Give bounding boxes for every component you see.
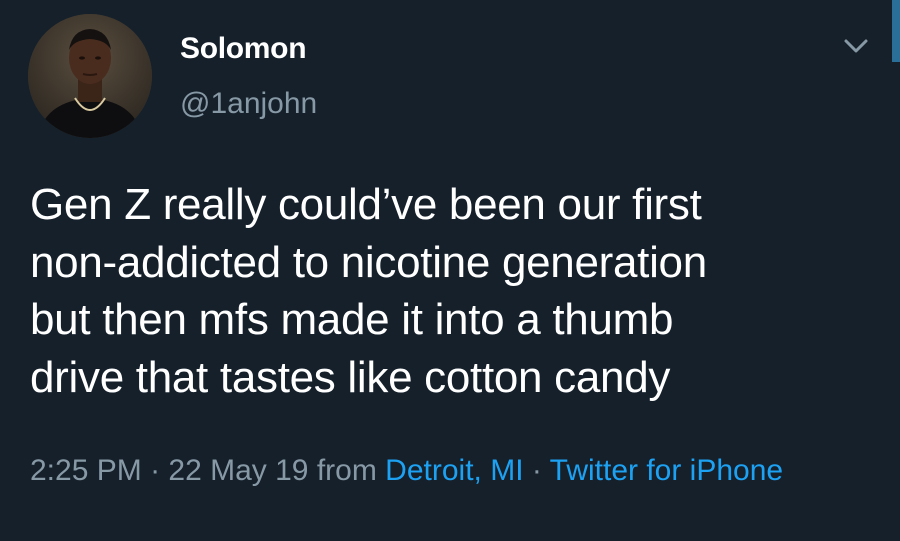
from-label: from (308, 454, 386, 487)
tweet-time[interactable]: 2:25 PM (30, 454, 142, 487)
author-handle[interactable]: @1anjohn (180, 87, 317, 121)
author-name[interactable]: Solomon (180, 32, 307, 66)
tweet-text-line: Gen Z really could’ve been our first (30, 180, 702, 229)
separator-dot: · (523, 454, 550, 487)
location-link[interactable]: Detroit, MI (385, 454, 523, 487)
avatar[interactable] (28, 14, 152, 138)
tweet-date[interactable]: 22 May 19 (168, 454, 308, 487)
chevron-down-icon[interactable] (841, 36, 871, 58)
tweet-meta: 2:25 PM · 22 May 19 from Detroit, MI · T… (30, 448, 870, 494)
tweet-text-line: but then mfs made it into a thumb (30, 295, 674, 344)
separator-dot: · (141, 454, 169, 487)
tweet-text-line: drive that tastes like cotton candy (30, 352, 671, 402)
tweet-text: Gen Z really could’ve been our first non… (30, 176, 880, 406)
tweet-card: Solomon @1anjohn Gen Z really could’ve b… (0, 0, 900, 541)
scrollbar[interactable] (892, 0, 900, 62)
avatar-image (28, 14, 152, 138)
tweet-text-line: non-addicted to nicotine generation (30, 237, 707, 287)
source-link[interactable]: Twitter for iPhone (550, 454, 783, 487)
